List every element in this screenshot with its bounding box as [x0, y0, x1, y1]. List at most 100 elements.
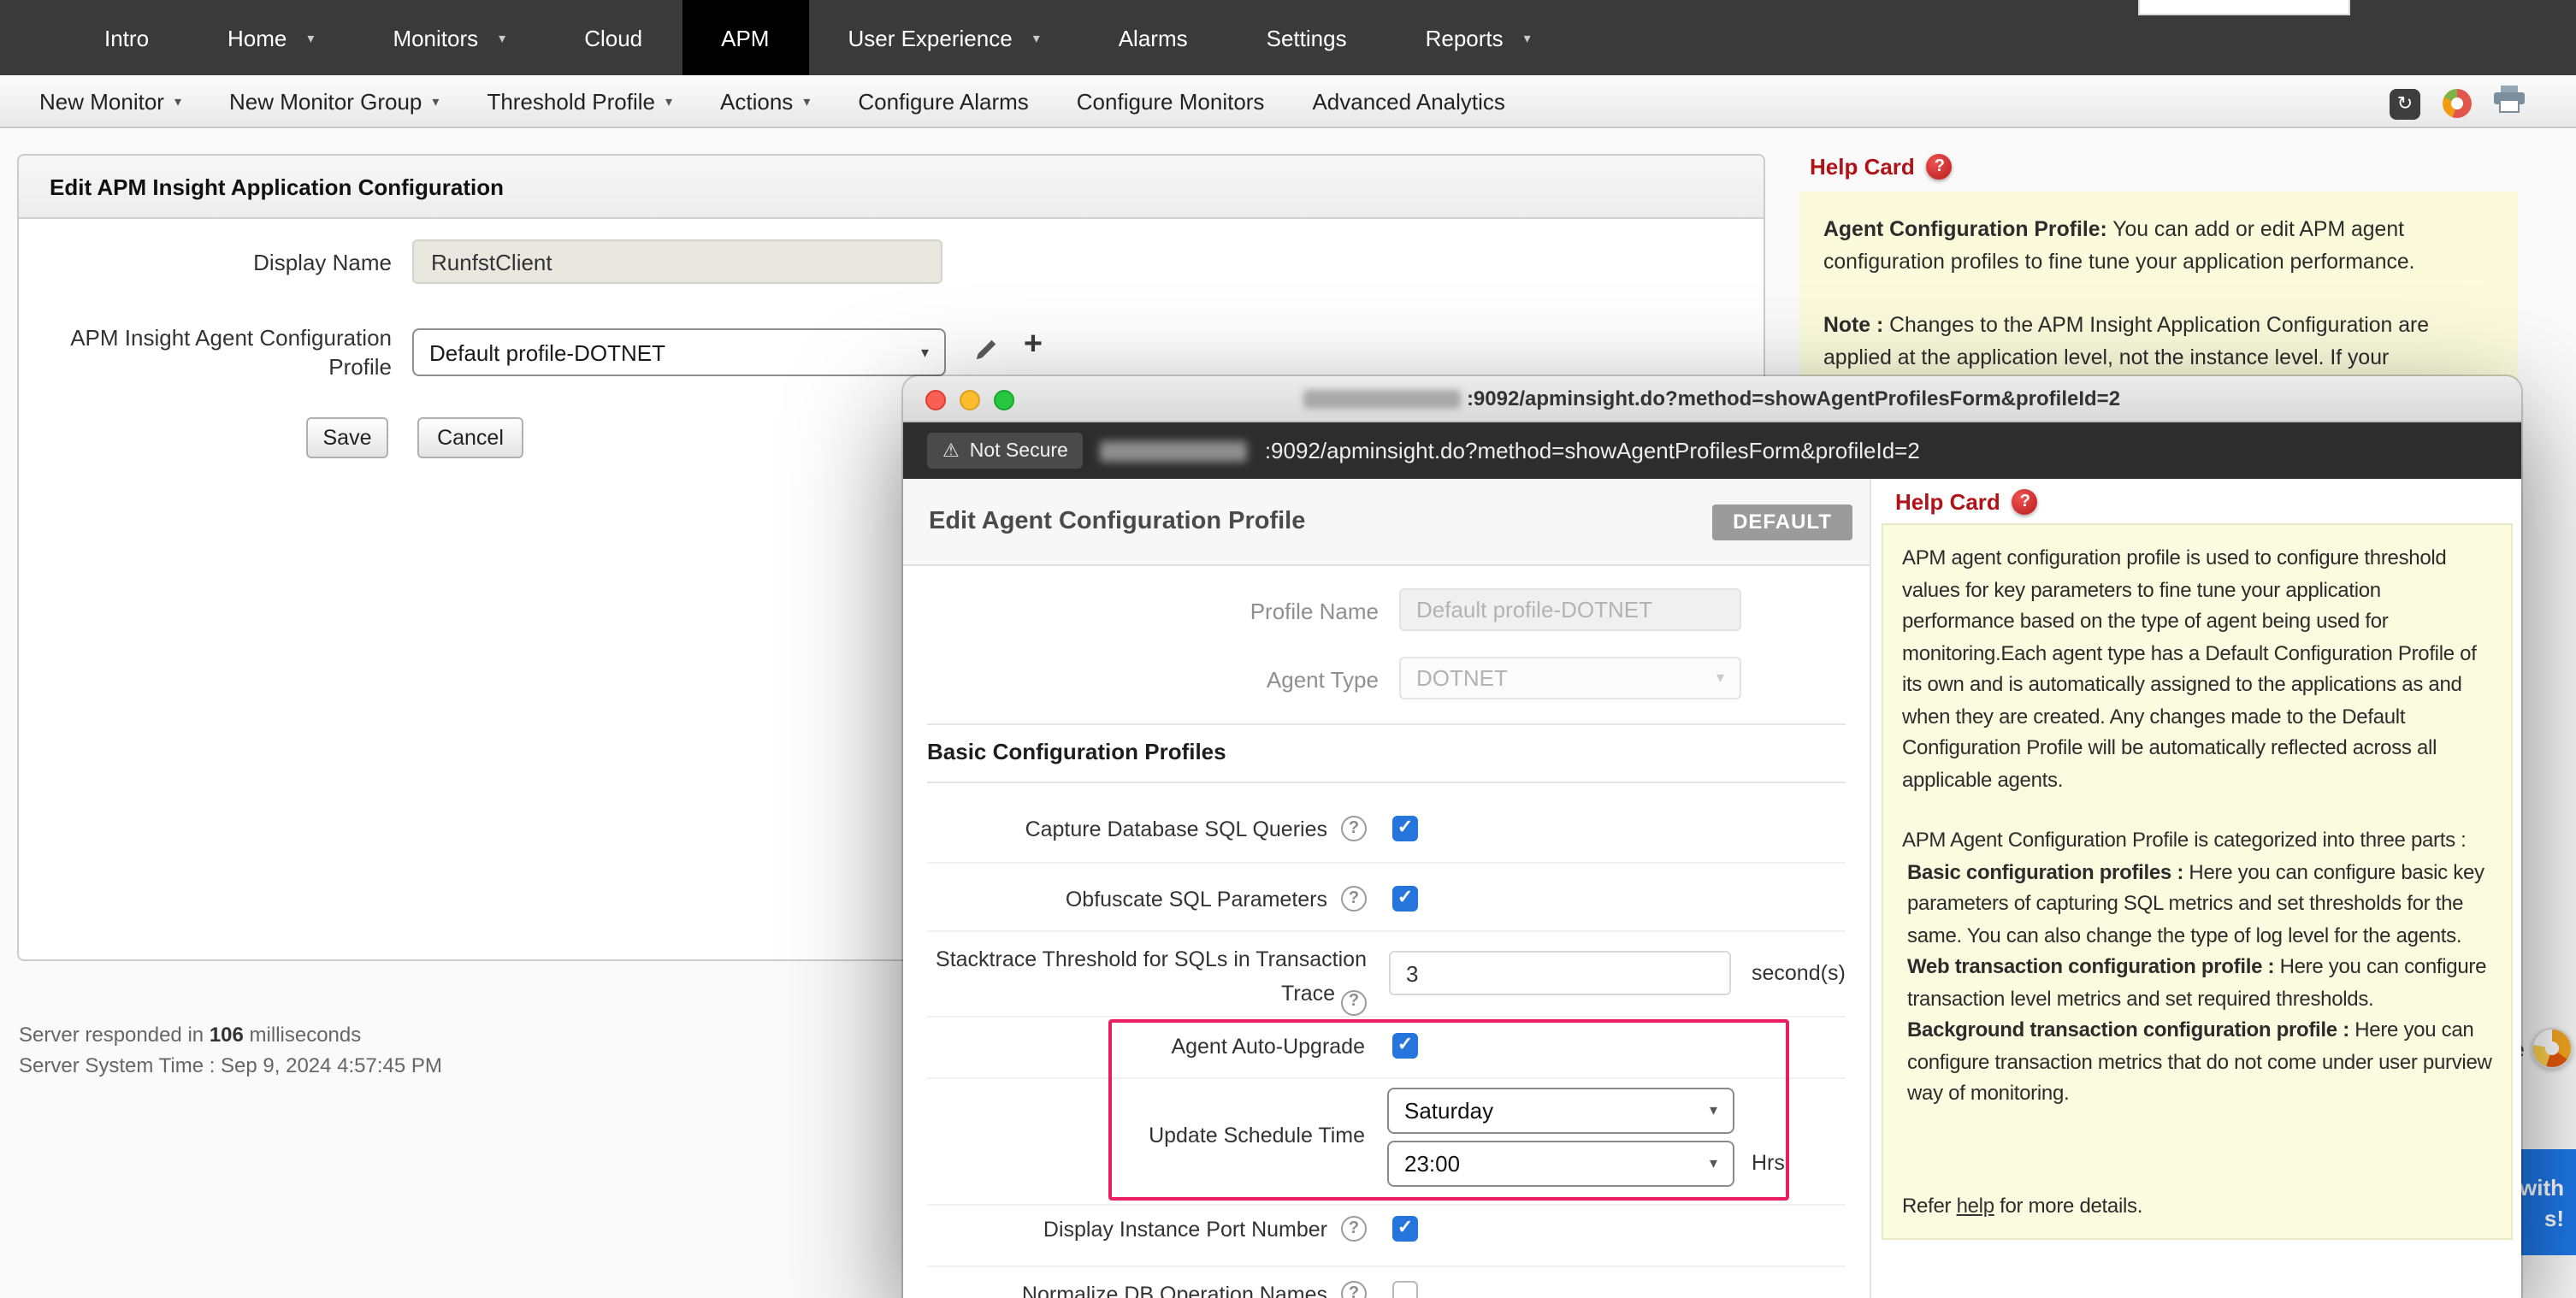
assistant-bubble-icon[interactable] — [2532, 1028, 2573, 1069]
chevron-down-icon: ▾ — [432, 93, 439, 109]
nav-label: Alarms — [1119, 25, 1188, 50]
auto-upgrade-checkbox[interactable]: ✓ — [1392, 1033, 1418, 1059]
help-item: Web transaction configuration profile : … — [1902, 951, 2492, 1014]
help-icon[interactable]: ? — [1341, 886, 1367, 912]
chevron-down-icon: ▾ — [1716, 669, 1724, 687]
help-paragraph: APM agent configuration profile is used … — [1902, 542, 2492, 795]
help-card-title-row: Help Card ? — [1895, 489, 2038, 515]
nav-item-intro[interactable]: Intro — [65, 0, 188, 75]
stacktrace-input[interactable] — [1389, 951, 1731, 995]
toolbar-actions[interactable]: Actions▾ — [696, 88, 834, 114]
redacted-host — [1304, 389, 1462, 408]
chevron-down-icon: ▾ — [1710, 1154, 1717, 1173]
check-icon: ✓ — [1397, 1036, 1413, 1055]
add-profile-icon[interactable]: + — [1018, 325, 1049, 366]
display-port-checkbox[interactable]: ✓ — [1392, 1216, 1418, 1242]
capture-sql-label: Capture Database SQL Queries — [903, 817, 1327, 841]
nav-label: Cloud — [584, 25, 642, 50]
toolbar-label: New Monitor Group — [229, 88, 422, 114]
edit-pencil-icon[interactable] — [970, 333, 1001, 364]
toolbar-configure-monitors[interactable]: Configure Monitors — [1053, 88, 1289, 114]
save-button[interactable]: Save — [306, 417, 388, 458]
server-status: Server responded in 106 milliseconds Ser… — [19, 1019, 442, 1081]
zoom-window-icon[interactable] — [994, 390, 1014, 410]
nav-item-reports[interactable]: Reports▾ — [1386, 0, 1570, 75]
address-url[interactable]: :9092/apminsight.do?method=showAgentProf… — [1265, 438, 1920, 463]
nav-item-user-experience[interactable]: User Experience▾ — [808, 0, 1078, 75]
agent-type-value: DOTNET — [1416, 665, 1508, 691]
auto-upgrade-label: Agent Auto-Upgrade — [903, 1035, 1365, 1059]
form-title: Edit Agent Configuration Profile — [929, 508, 1305, 535]
help-icon[interactable]: ? — [1341, 1216, 1367, 1242]
nav-item-monitors[interactable]: Monitors▾ — [353, 0, 545, 75]
help-card-title-row: Help Card ? — [1799, 150, 2518, 181]
help-icon[interactable]: ? — [1341, 989, 1367, 1015]
minimize-window-icon[interactable] — [960, 390, 980, 410]
modal-help-column: Help Card ? APM agent configuration prof… — [1871, 479, 2521, 1298]
toolbar-new-monitor[interactable]: New Monitor▾ — [15, 88, 205, 114]
toolbar-new-monitor-group[interactable]: New Monitor Group ▾ — [205, 88, 463, 114]
form-header: Edit Agent Configuration Profile DEFAULT — [903, 479, 1870, 566]
toolbar-configure-alarms[interactable]: Configure Alarms — [834, 88, 1052, 114]
address-bar[interactable]: ⚠ Not Secure :9092/apminsight.do?method=… — [903, 422, 2521, 479]
obfuscate-sql-checkbox[interactable]: ✓ — [1392, 886, 1418, 912]
cancel-button[interactable]: Cancel — [417, 417, 523, 458]
apm-toolbar: New Monitor▾ New Monitor Group▾ Threshol… — [0, 75, 2576, 128]
help-card-title: Help Card — [1895, 489, 2000, 515]
help-question-icon[interactable]: ? — [1927, 153, 1953, 179]
nav-item-alarms[interactable]: Alarms — [1079, 0, 1227, 75]
toolbar-icon-group: ↻ — [2390, 86, 2525, 121]
schedule-time-select[interactable]: 23:00 ▾ — [1387, 1141, 1734, 1187]
normalize-db-checkbox[interactable] — [1392, 1281, 1418, 1298]
toolbar-label: New Monitor — [39, 88, 164, 114]
help-link[interactable]: help — [1957, 1193, 1994, 1217]
toolbar-advanced-analytics[interactable]: Advanced Analytics — [1288, 88, 1528, 114]
chat-line: s! — [2544, 1205, 2564, 1230]
nav-label: Intro — [104, 25, 149, 50]
help-paragraph: Agent Configuration Profile: You can add… — [1823, 214, 2494, 279]
help-card-title: Help Card — [1810, 153, 1915, 179]
close-window-icon[interactable] — [925, 390, 946, 410]
traffic-lights — [925, 390, 1014, 410]
nav-item-cloud[interactable]: Cloud — [545, 0, 682, 75]
nav-item-settings[interactable]: Settings — [1227, 0, 1386, 75]
not-secure-badge[interactable]: ⚠ Not Secure — [927, 433, 1084, 469]
help-icon[interactable]: ? — [1341, 816, 1367, 841]
chevron-down-icon: ▾ — [1033, 30, 1040, 45]
toolbar-label: Configure Monitors — [1077, 88, 1265, 114]
nav-label: Home — [227, 25, 287, 50]
print-icon[interactable] — [2494, 86, 2525, 121]
chevron-down-icon: ▾ — [307, 30, 314, 45]
pie-chart-icon[interactable] — [2443, 89, 2472, 118]
window-title: :9092/apminsight.do?method=showAgentProf… — [1304, 386, 2120, 410]
display-name-input[interactable] — [412, 239, 942, 284]
help-card-body: APM agent configuration profile is used … — [1882, 523, 2513, 1240]
help-question-icon[interactable]: ? — [2012, 489, 2038, 515]
nav-item-home[interactable]: Home ▾ — [188, 0, 353, 75]
schedule-day-select[interactable]: Saturday ▾ — [1387, 1088, 1734, 1134]
schedule-time-value: 23:00 — [1404, 1151, 1460, 1177]
schedule-unit: Hrs — [1752, 1151, 1785, 1175]
divider — [927, 1204, 1846, 1206]
divider — [927, 723, 1846, 725]
nav-item-apm[interactable]: APM — [682, 0, 808, 75]
help-icon[interactable]: ? — [1341, 1281, 1367, 1298]
divider — [927, 1266, 1846, 1267]
check-icon: ✓ — [1397, 819, 1413, 838]
stacktrace-unit: second(s) — [1752, 961, 1846, 985]
section-title: Basic Configuration Profiles — [927, 739, 1226, 764]
chevron-down-icon: ▾ — [803, 93, 810, 109]
nav-label: Settings — [1267, 25, 1347, 50]
browser-overlay-artifact — [2138, 0, 2350, 15]
profile-name-label: Profile Name — [903, 599, 1379, 624]
help-card-main: Help Card ? Agent Configuration Profile:… — [1799, 150, 2518, 181]
agent-profile-select[interactable]: Default profile-DOTNET ▾ — [412, 328, 946, 376]
refresh-icon[interactable]: ↻ — [2390, 88, 2420, 119]
help-item: Background transaction configuration pro… — [1902, 1014, 2492, 1109]
toolbar-threshold-profile[interactable]: Threshold Profile▾ — [463, 88, 696, 114]
toolbar-label: Advanced Analytics — [1312, 88, 1504, 114]
window-titlebar[interactable]: :9092/apminsight.do?method=showAgentProf… — [903, 376, 2521, 422]
divider — [927, 1077, 1846, 1079]
capture-sql-checkbox[interactable]: ✓ — [1392, 816, 1418, 841]
divider — [927, 782, 1846, 783]
